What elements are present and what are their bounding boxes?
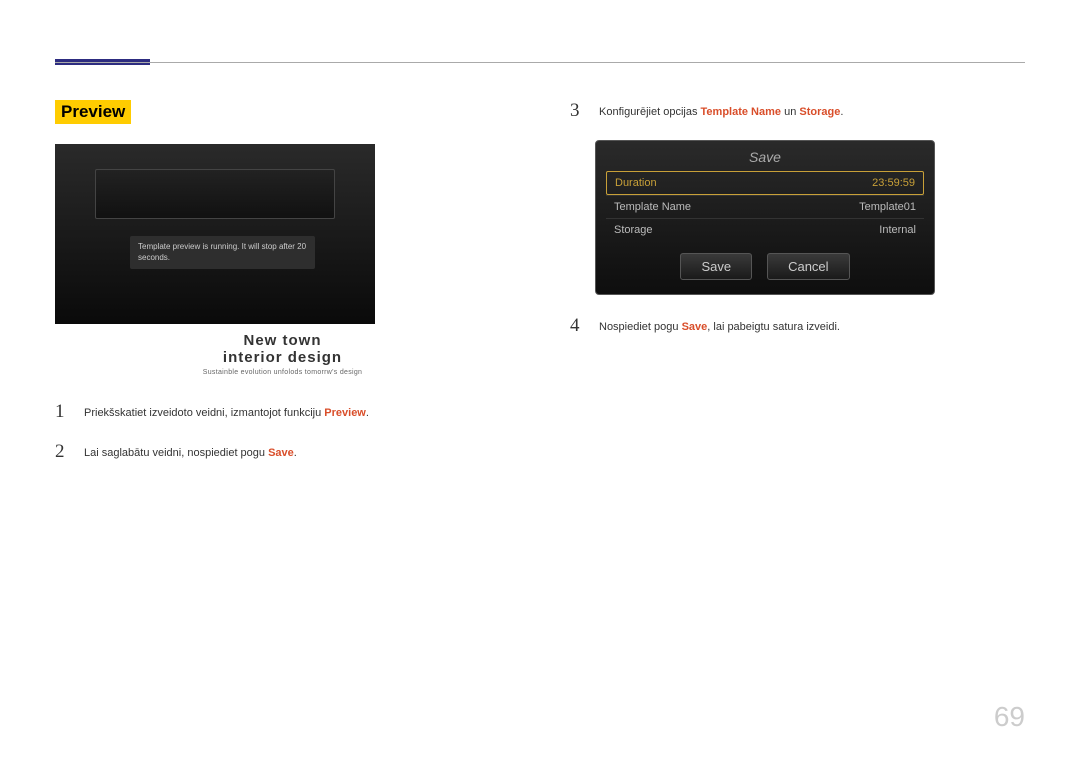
cancel-button[interactable]: Cancel [767, 253, 849, 280]
preview-subtitle: interior design [55, 349, 510, 366]
save-dialog-buttons: Save Cancel [606, 253, 924, 280]
step-text: Priekšskatiet izveidoto veidni, izmantoj… [84, 401, 369, 423]
step-number: 4 [570, 315, 584, 337]
step-text-post: , lai pabeigtu satura izveidi. [707, 321, 840, 333]
step-text-pre: Konfigurējiet opcijas [599, 106, 701, 118]
save-button[interactable]: Save [680, 253, 752, 280]
save-row-duration[interactable]: Duration 23:59:59 [606, 171, 924, 195]
save-row-value: Template01 [859, 201, 916, 213]
step-text-mid: un [781, 106, 799, 118]
step-number: 3 [570, 100, 584, 122]
preview-running-message: Template preview is running. It will sto… [130, 236, 315, 269]
step-text-hl: Template Name [701, 106, 782, 118]
save-row-label: Storage [614, 224, 653, 236]
step-text-hl: Preview [324, 407, 366, 419]
save-row-label: Template Name [614, 201, 691, 213]
save-dialog-title: Save [606, 149, 924, 165]
step-1: 1 Priekšskatiet izveidoto veidni, izmant… [55, 401, 510, 423]
save-row-storage[interactable]: Storage Internal [606, 218, 924, 241]
step-text-hl: Save [268, 447, 294, 459]
step-text-hl: Save [682, 321, 708, 333]
step-3: 3 Konfigurējiet opcijas Template Name un… [570, 100, 1025, 122]
preview-inner-frame [95, 169, 335, 219]
step-text-hl: Storage [799, 106, 840, 118]
content-area: Preview Template preview is running. It … [55, 100, 1025, 481]
preview-title: New town [55, 332, 510, 349]
step-text: Konfigurējiet opcijas Template Name un S… [599, 100, 843, 122]
section-heading: Preview [55, 100, 131, 124]
step-number: 1 [55, 401, 69, 423]
save-row-value: 23:59:59 [872, 177, 915, 189]
header-rule [55, 62, 1025, 63]
save-row-label: Duration [615, 177, 657, 189]
preview-screenshot: Template preview is running. It will sto… [55, 144, 375, 324]
right-column: 3 Konfigurējiet opcijas Template Name un… [570, 100, 1025, 481]
step-text: Nospiediet pogu Save, lai pabeigtu satur… [599, 315, 840, 337]
step-number: 2 [55, 441, 69, 463]
step-text-post: . [366, 407, 369, 419]
step-text-post: . [840, 106, 843, 118]
save-dialog: Save Duration 23:59:59 Template Name Tem… [595, 140, 935, 295]
step-text-pre: Nospiediet pogu [599, 321, 682, 333]
step-4: 4 Nospiediet pogu Save, lai pabeigtu sat… [570, 315, 1025, 337]
step-text-pre: Priekšskatiet izveidoto veidni, izmantoj… [84, 407, 324, 419]
page-number: 69 [994, 701, 1025, 733]
step-text: Lai saglabātu veidni, nospiediet pogu Sa… [84, 441, 297, 463]
step-text-pre: Lai saglabātu veidni, nospiediet pogu [84, 447, 268, 459]
save-row-value: Internal [879, 224, 916, 236]
step-2: 2 Lai saglabātu veidni, nospiediet pogu … [55, 441, 510, 463]
step-text-post: . [294, 447, 297, 459]
left-column: Preview Template preview is running. It … [55, 100, 510, 481]
preview-tagline: Sustainble evolution unfolods tomorrw's … [55, 369, 510, 376]
save-row-template-name[interactable]: Template Name Template01 [606, 195, 924, 218]
